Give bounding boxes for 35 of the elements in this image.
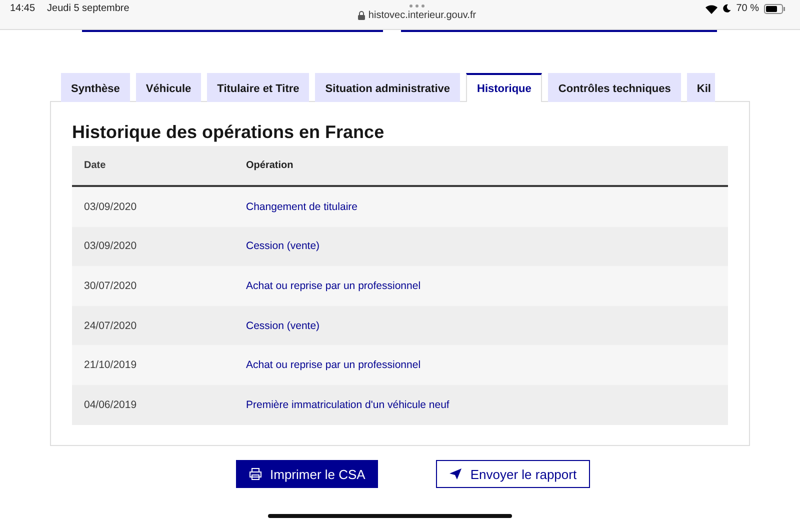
send-button[interactable]: Envoyer le rapport — [436, 460, 590, 488]
date-cell-text: 24/07/2020 — [83, 320, 138, 332]
url-text[interactable]: histovec.interieur.gouv.fr — [368, 10, 476, 21]
date-cell-text: 03/09/2020 — [83, 200, 138, 213]
operation-link[interactable]: Cession (vente) — [246, 320, 320, 332]
battery-percent: 70 % — [736, 3, 759, 14]
operation-link[interactable]: Achat ou reprise par un professionnel — [246, 280, 421, 292]
lock-icon — [358, 11, 366, 20]
battery-icon — [764, 4, 786, 14]
paper-plane-icon — [449, 468, 462, 480]
wifi-icon — [705, 4, 718, 14]
tab[interactable]: Kil — [686, 73, 715, 102]
date-cell-text: 03/09/2020 — [83, 240, 138, 252]
moon-icon — [723, 4, 732, 13]
operation-link[interactable]: Première immatriculation d'un véhicule neuf — [246, 398, 450, 411]
tab[interactable]: Titulaire et Titre — [207, 73, 310, 102]
column-header: Opération — [246, 160, 294, 171]
date-cell-text: 21/10/2019 — [83, 359, 138, 372]
tab[interactable]: Situation administrative — [315, 73, 460, 102]
printer-icon — [249, 468, 262, 480]
date-cell-text: 04/06/2019 — [83, 398, 138, 411]
operation-link[interactable]: Cession (vente) — [246, 240, 320, 252]
operation-link[interactable]: Changement de titulaire — [246, 200, 358, 213]
column-header: Date — [83, 160, 107, 171]
date-cell-text: 30/07/2020 — [83, 280, 138, 292]
date-text: Jeudi 5 septembre — [47, 3, 130, 14]
more-icon[interactable] — [409, 4, 426, 8]
section-title: Historique des opérations en France — [72, 122, 386, 143]
tab[interactable]: Contrôles techniques — [548, 73, 681, 102]
clock-time: 14:45 — [10, 3, 36, 14]
print-button[interactable]: Imprimer le CSA — [236, 460, 378, 488]
tab[interactable]: Historique — [466, 73, 542, 102]
operation-link[interactable]: Achat ou reprise par un professionnel — [246, 359, 421, 372]
tab[interactable]: Synthèse — [61, 73, 130, 102]
tab[interactable]: Véhicule — [136, 73, 202, 102]
